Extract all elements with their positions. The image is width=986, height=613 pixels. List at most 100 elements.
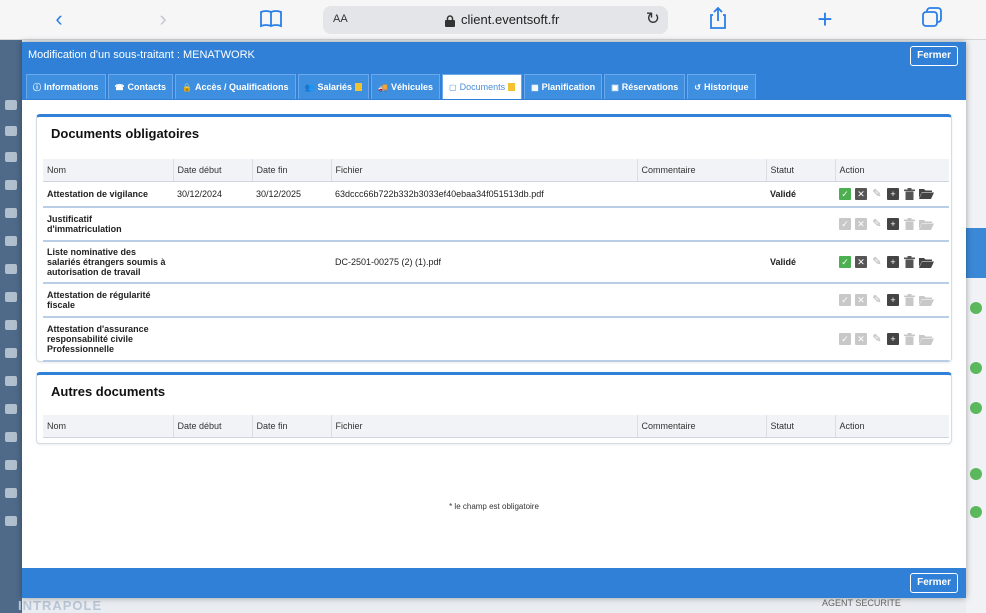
column-header: Date fin: [252, 159, 332, 182]
column-header: Commentaire: [637, 415, 767, 438]
contacts-icon: ☎: [114, 83, 125, 92]
edit-icon[interactable]: ✎: [871, 333, 883, 345]
close-button[interactable]: Fermer: [910, 46, 958, 66]
modal-header: Modification d'un sous-traitant : MENATW…: [22, 42, 966, 70]
column-header: Date fin: [252, 415, 332, 438]
reject-icon[interactable]: ✕: [855, 187, 867, 200]
trash-icon[interactable]: [903, 256, 915, 268]
cell-actions: ✓ ✕ ✎ +: [835, 283, 949, 318]
tab-contacts[interactable]: ☎ Contacts: [107, 74, 173, 99]
tab-salaries[interactable]: 👥 Salariés: [297, 74, 370, 99]
column-header: Action: [835, 415, 949, 438]
add-icon[interactable]: +: [887, 333, 899, 345]
add-icon[interactable]: +: [887, 294, 899, 306]
cell-fichier: [331, 207, 637, 242]
new-tab-icon[interactable]: +: [810, 6, 840, 32]
history-icon: ↺: [694, 83, 701, 92]
tab-label: Planification: [541, 82, 596, 92]
cell-date-debut: [173, 241, 252, 284]
column-header: Commentaire: [637, 159, 767, 182]
tab-informations[interactable]: ⓘ Informations: [26, 74, 106, 99]
tab-planification[interactable]: ▦ Planification: [524, 74, 603, 99]
table-header-row: Nom Date début Date fin Fichier Commentaire S…: [43, 159, 949, 182]
other-documents-table: Nom Date début Date fin Fichier Commentaire S…: [43, 415, 949, 438]
reject-icon[interactable]: ✕: [855, 218, 867, 230]
validate-icon[interactable]: ✓: [839, 187, 851, 200]
reject-icon[interactable]: ✕: [855, 256, 867, 268]
cell-actions: ✓ ✕ ✎ +: [835, 317, 949, 362]
column-header: Date début: [173, 159, 253, 182]
background-content: [966, 40, 986, 613]
cell-date-debut: [173, 283, 252, 318]
subcontractor-modal: Modification d'un sous-traitant : MENATW…: [22, 42, 966, 598]
trash-icon[interactable]: [903, 187, 915, 200]
edit-icon[interactable]: ✎: [871, 188, 883, 200]
tab-label: Historique: [703, 82, 749, 92]
cell-fichier[interactable]: 63dccc66b722b332b3033ef40ebaa34f051513db…: [331, 181, 637, 208]
address-bar[interactable]: AA client.eventsoft.fr ↻: [323, 6, 668, 34]
trash-icon[interactable]: [903, 294, 915, 306]
edit-icon[interactable]: ✎: [871, 218, 883, 230]
tab-reservations[interactable]: ▣ Réservations: [604, 74, 686, 99]
cell-nom: Liste nominative des salariés étrangers …: [43, 241, 173, 284]
footer-close-button[interactable]: Fermer: [910, 573, 958, 593]
folder-icon[interactable]: [919, 218, 934, 230]
bookmarks-icon[interactable]: [256, 6, 286, 32]
users-icon: 👥: [304, 83, 315, 92]
validate-icon[interactable]: ✓: [839, 333, 851, 345]
cell-actions: ✓ ✕ ✎ +: [835, 181, 949, 208]
cell-commentaire: [637, 317, 766, 362]
reload-icon[interactable]: ↻: [646, 9, 660, 29]
cell-date-fin: [252, 317, 331, 362]
cell-commentaire: [637, 283, 766, 318]
forward-icon[interactable]: ›: [148, 6, 178, 32]
reject-icon[interactable]: ✕: [855, 333, 867, 345]
table-row: Liste nominative des salariés étrangers …: [43, 241, 949, 284]
cell-date-fin: [252, 283, 331, 318]
tab-label: Informations: [44, 82, 99, 92]
tabs-icon[interactable]: [917, 6, 947, 32]
validate-icon[interactable]: ✓: [839, 294, 851, 306]
tab-label: Contacts: [127, 82, 166, 92]
edit-icon[interactable]: ✎: [871, 294, 883, 306]
tab-historique[interactable]: ↺ Historique: [687, 74, 756, 99]
add-icon[interactable]: +: [887, 187, 899, 200]
trash-icon[interactable]: [903, 333, 915, 345]
validate-icon[interactable]: ✓: [839, 256, 851, 268]
add-icon[interactable]: +: [887, 256, 899, 268]
validate-icon[interactable]: ✓: [839, 218, 851, 230]
edit-icon[interactable]: ✎: [871, 256, 883, 268]
column-header: Date début: [173, 415, 253, 438]
panel-title: Autres documents: [51, 384, 166, 399]
cell-commentaire: [637, 207, 766, 242]
cell-fichier: [331, 283, 637, 318]
reject-icon[interactable]: ✕: [855, 294, 867, 306]
folder-icon[interactable]: [919, 256, 934, 268]
cell-date-debut: [173, 317, 252, 362]
column-header: Fichier: [331, 415, 638, 438]
tab-acces-qualifications[interactable]: 🔒 Accès / Qualifications: [175, 74, 296, 99]
column-header: Nom: [43, 159, 174, 182]
cell-actions: ✓ ✕ ✎ +: [835, 207, 949, 242]
panel-title: Documents obligatoires: [51, 126, 200, 141]
cell-nom: Attestation de régularité fiscale: [43, 283, 173, 318]
share-icon[interactable]: [703, 6, 733, 32]
folder-icon[interactable]: [919, 333, 934, 345]
add-icon[interactable]: +: [887, 218, 899, 230]
folder-icon[interactable]: [919, 294, 934, 306]
cell-commentaire: [637, 241, 766, 284]
cell-date-fin: [252, 241, 331, 284]
trash-icon[interactable]: [903, 218, 915, 230]
other-documents-panel: Autres documents Nom Date début Date fin Fi…: [36, 372, 952, 444]
info-icon: ⓘ: [33, 83, 41, 92]
tab-documents[interactable]: ▢ Documents: [442, 74, 523, 99]
folder-icon[interactable]: [919, 188, 934, 200]
cell-date-fin: 30/12/2025: [252, 181, 331, 208]
mandatory-documents-panel: Documents obligatoires Nom Date début Date…: [36, 114, 952, 362]
column-header: Action: [835, 159, 949, 182]
cell-statut: Validé: [766, 181, 835, 208]
back-icon[interactable]: ‹: [44, 6, 74, 32]
cell-fichier[interactable]: DC-2501-00275 (2) (1).pdf: [331, 241, 637, 284]
text-size-button[interactable]: AA: [333, 13, 348, 25]
tab-vehicules[interactable]: 🚚 Véhicules: [371, 74, 441, 99]
